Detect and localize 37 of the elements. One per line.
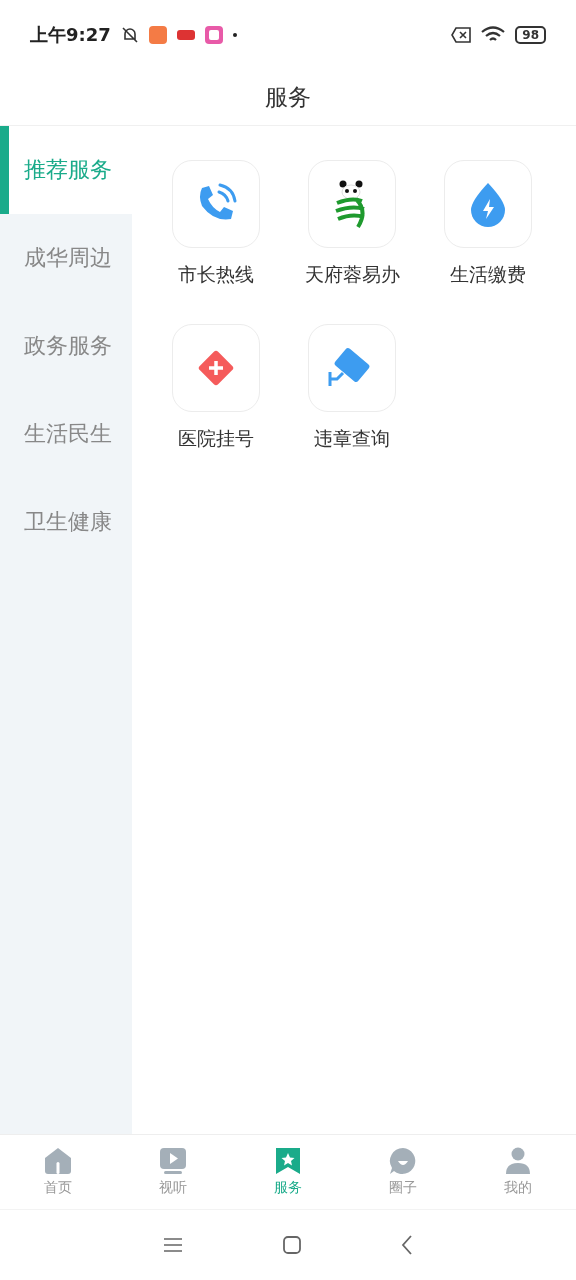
sidebar-item[interactable]: 成华周边	[0, 214, 132, 302]
service-label[interactable]: 市长热线	[178, 262, 254, 288]
bookmark-star-icon	[275, 1147, 301, 1175]
tab-bar-item[interactable]: 我的	[460, 1135, 576, 1209]
service-tile[interactable]	[308, 324, 396, 412]
service-label[interactable]: 生活缴费	[450, 262, 526, 288]
person-icon	[504, 1147, 533, 1175]
home-square-icon[interactable]	[283, 1236, 301, 1254]
home-icon	[43, 1147, 72, 1175]
dot-icon	[232, 33, 237, 37]
service-label[interactable]: 医院挂号	[178, 426, 254, 452]
sim-x-icon	[451, 27, 472, 43]
sidebar-item[interactable]: 推荐服务	[0, 126, 132, 214]
tab-bar-item[interactable]: 服务	[230, 1135, 346, 1209]
page-title: 服务	[265, 83, 311, 112]
sidebar-item[interactable]: 生活民生	[0, 390, 132, 478]
service-tile[interactable]	[308, 160, 396, 248]
service-label[interactable]: 天府蓉易办	[304, 262, 400, 288]
tab-bar-item[interactable]: 视听	[115, 1135, 231, 1209]
service-label[interactable]: 违章查询	[314, 426, 390, 452]
lightning-drop-icon	[469, 181, 507, 227]
sidebar-item[interactable]: 卫生健康	[0, 478, 132, 566]
muted-bell-icon	[120, 26, 139, 44]
tab-bar-item[interactable]: 圈子	[345, 1135, 461, 1209]
status-time: 上午9:27	[30, 23, 111, 47]
chat-bubble-icon	[389, 1147, 418, 1175]
battery-level: 98	[515, 26, 546, 44]
app-notification-icon	[204, 26, 223, 44]
sidebar-item[interactable]: 政务服务	[0, 302, 132, 390]
app-notification-icon	[148, 26, 167, 44]
video-icon	[158, 1147, 187, 1175]
service-tile[interactable]	[172, 324, 260, 412]
tab-bar-item[interactable]: 首页	[0, 1135, 116, 1209]
service-tile[interactable]	[172, 160, 260, 248]
menu-icon[interactable]	[163, 1237, 183, 1253]
back-icon[interactable]	[401, 1235, 413, 1255]
service-tile[interactable]	[444, 160, 532, 248]
